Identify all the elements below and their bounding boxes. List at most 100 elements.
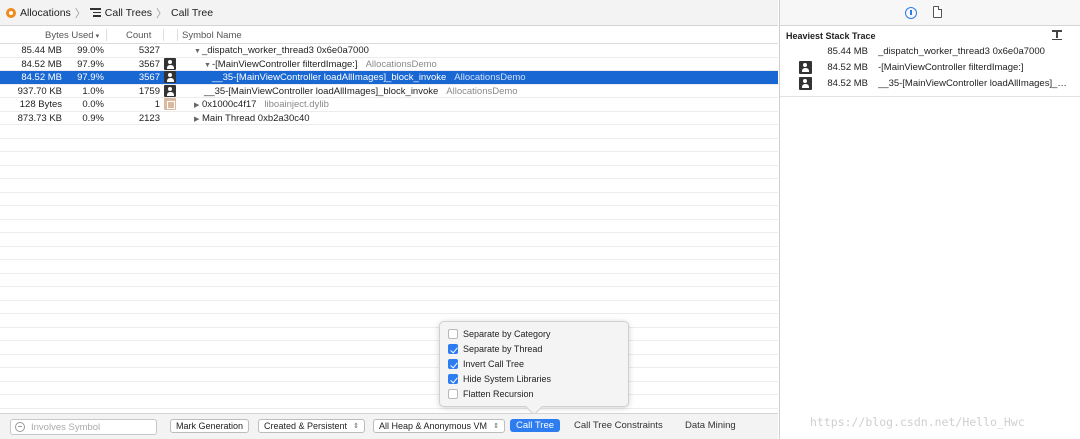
percent-cell: 97.9% — [77, 58, 104, 70]
user-code-icon — [164, 71, 176, 83]
user-code-icon — [799, 77, 812, 90]
table-row[interactable]: 128 Bytes 0.0% 1 ▶ 0x1000c4f17 liboainject.dy… — [0, 98, 778, 112]
bytes-used-cell: 84.52 MB — [21, 72, 62, 83]
empty-row — [0, 274, 778, 287]
empty-row — [0, 301, 778, 314]
option-checkbox[interactable]: Invert Call Tree — [448, 358, 524, 370]
option-label: Separate by Category — [463, 329, 551, 339]
column-header-bytes-used[interactable]: Bytes Used ▾ — [45, 30, 99, 41]
option-checkbox[interactable]: Flatten Recursion — [448, 388, 534, 400]
library-name: AllocationsDemo — [365, 58, 437, 70]
tab-call-tree[interactable]: Call Tree — [510, 419, 561, 432]
user-code-icon — [799, 61, 812, 74]
user-code-icon — [164, 84, 176, 97]
checkbox-checked-icon[interactable] — [448, 374, 458, 384]
breadcrumb-allocations[interactable]: Allocations — [6, 7, 71, 19]
empty-row — [0, 328, 778, 341]
disclosure-expanded-icon[interactable]: ▼ — [194, 48, 202, 55]
involves-symbol-search[interactable]: Involves Symbol — [10, 419, 157, 435]
table-row[interactable]: 85.44 MB 99.0% 5327 ▼_dispatch_worker_threa… — [0, 44, 778, 58]
stack-frame-row[interactable]: 85.44 MB _dispatch_worker_thread3 0x6e0a7… — [780, 45, 1080, 60]
library-name: AllocationsDemo — [446, 85, 518, 97]
count-cell: 1 — [154, 99, 160, 110]
option-checkbox[interactable]: Hide System Libraries — [448, 373, 551, 385]
bytes-used-cell: 85.44 MB — [21, 45, 62, 56]
frame-symbol: -[MainViewController filterdImage:] — [878, 62, 1024, 73]
disclosure-collapsed-icon[interactable]: ▶ — [194, 115, 202, 123]
search-placeholder: Involves Symbol — [31, 421, 101, 433]
empty-row — [0, 355, 778, 368]
library-icon — [164, 98, 176, 110]
allocation-type-select[interactable]: All Heap & Anonymous VM ⇕ — [373, 419, 505, 433]
info-icon[interactable] — [905, 7, 917, 19]
count-cell: 2123 — [138, 112, 160, 124]
column-header-symbol-name[interactable]: Symbol Name — [182, 30, 242, 41]
lifespan-select[interactable]: Created & Persistent ⇕ — [258, 419, 365, 433]
breadcrumb-label: Call Trees — [104, 6, 153, 19]
bytes-used-cell: 128 Bytes — [19, 99, 62, 110]
option-label: Hide System Libraries — [463, 374, 552, 384]
empty-row — [0, 206, 778, 220]
table-row[interactable]: 84.52 MB 97.9% 3567 ▼-[MainViewController f… — [0, 57, 778, 71]
symbol-cell: ▼_dispatch_worker_thread3 0x6e0a7000 — [194, 45, 369, 56]
breadcrumb-call-tree[interactable]: Call Tree — [171, 7, 213, 19]
empty-row — [0, 152, 778, 166]
sort-descending-icon: ▾ — [95, 33, 100, 40]
document-icon[interactable] — [933, 6, 942, 18]
percent-cell: 0.9% — [82, 112, 104, 124]
disclosure-collapsed-icon[interactable]: ▶ — [194, 101, 202, 109]
checkbox-checked-icon[interactable] — [448, 359, 458, 369]
symbol-cell: __35-[MainViewController loadAllImages]_… — [212, 72, 526, 83]
symbol-name: -[MainViewController filterdImage:] — [212, 58, 358, 70]
percent-cell: 97.9% — [77, 72, 104, 83]
empty-row — [0, 139, 778, 152]
filter-icon — [15, 422, 25, 432]
tab-data-mining[interactable]: Data Mining — [685, 420, 736, 431]
inspector-toolbar — [780, 0, 1080, 26]
percent-cell: 1.0% — [82, 85, 104, 97]
count-cell: 1759 — [138, 85, 160, 97]
option-label: Separate by Thread — [463, 344, 543, 354]
option-checkbox[interactable]: Separate by Category — [448, 328, 551, 340]
watermark: https://blog.csdn.net/Hello_Hwc — [810, 415, 1025, 429]
updown-icon: ⇕ — [353, 423, 359, 430]
empty-row — [0, 395, 778, 409]
empty-row — [0, 166, 778, 179]
mark-generation-button[interactable]: Mark Generation — [170, 419, 250, 433]
stack-frame-row[interactable]: 84.52 MB __35-[MainViewController loadAll… — [780, 77, 1080, 92]
symbol-name: __35-[MainViewController loadAllImages]_… — [212, 72, 447, 83]
breadcrumb-call-trees[interactable]: Call Trees — [89, 6, 153, 19]
symbol-cell: __35-[MainViewController loadAllImages]_… — [204, 86, 518, 97]
frame-symbol: _dispatch_worker_thread3 0x6e0a7000 — [878, 46, 1045, 57]
collapse-icon[interactable] — [1052, 30, 1062, 40]
badge-empty — [164, 112, 176, 124]
tab-call-tree-constraints[interactable]: Call Tree Constraints — [574, 420, 663, 431]
inspector-title: Heaviest Stack Trace — [786, 31, 876, 41]
breadcrumb-label: Call Tree — [171, 6, 214, 19]
table-row[interactable]: 84.52 MB 97.9% 3567 __35-[MainViewControlle… — [0, 71, 778, 85]
empty-row — [0, 314, 778, 328]
checkbox-unchecked-icon[interactable] — [448, 329, 458, 339]
breadcrumb: Allocations 〉 Call Trees 〉 Call Tree — [0, 0, 778, 26]
column-header-count[interactable]: Count — [126, 30, 151, 41]
empty-row — [0, 260, 778, 274]
chevron-right-icon: 〉 — [156, 7, 168, 20]
frame-size: 84.52 MB — [827, 78, 868, 89]
checkbox-unchecked-icon[interactable] — [448, 389, 458, 399]
empty-row — [0, 193, 778, 206]
call-tree-options-popover: Separate by Category Separate by Thread In… — [439, 321, 629, 416]
table-header: Bytes Used ▾ Count Symbol Name — [0, 27, 778, 44]
table-row[interactable]: 873.73 KB 0.9% 2123 ▶ Main Thread 0xb2a30c40 — [0, 112, 778, 125]
table-row[interactable]: 937.70 KB 1.0% 1759 __35-[MainViewControlle… — [0, 84, 778, 98]
allocations-icon — [6, 7, 16, 18]
call-tree-panel: Allocations 〉 Call Trees 〉 Call Tree Byt… — [0, 0, 778, 439]
badge-empty — [799, 45, 812, 58]
option-checkbox[interactable]: Separate by Thread — [448, 343, 542, 355]
breadcrumb-label: Allocations — [20, 6, 71, 19]
stack-frame-row[interactable]: 84.52 MB -[MainViewController filterdImag… — [780, 61, 1080, 76]
disclosure-expanded-icon[interactable]: ▼ — [204, 62, 212, 69]
checkbox-checked-icon[interactable] — [448, 344, 458, 354]
empty-row — [0, 247, 778, 260]
symbol-cell: ▼-[MainViewController filterdImage:] Allo… — [204, 59, 437, 70]
inspector-panel: Heaviest Stack Trace 85.44 MB _dispatch_w… — [779, 0, 1080, 439]
